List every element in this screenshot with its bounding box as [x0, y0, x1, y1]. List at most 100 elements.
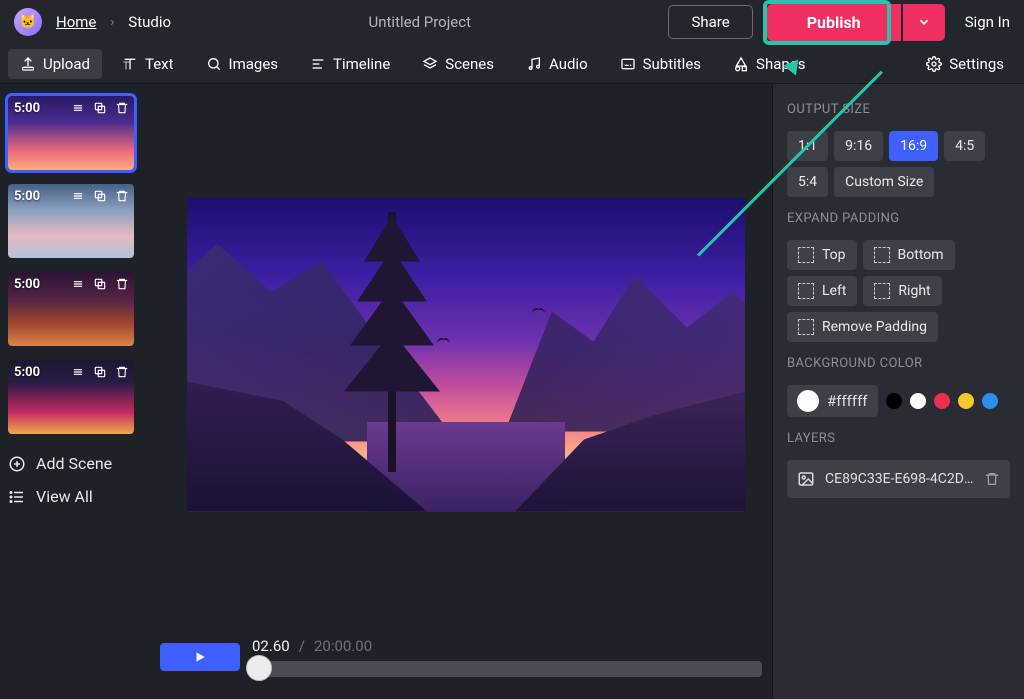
tool-settings[interactable]: Settings [914, 49, 1016, 79]
ratio-9-16[interactable]: 9:16 [834, 131, 883, 161]
section-bg-color: BACKGROUND COLOR [787, 356, 1010, 371]
pad-left-button[interactable]: Left [787, 276, 857, 306]
scene-thumbnail[interactable]: 5:00 [8, 272, 134, 346]
play-icon [193, 650, 207, 664]
tool-subtitles[interactable]: Subtitles [608, 49, 713, 79]
gear-icon [926, 56, 942, 72]
canvas-preview[interactable] [187, 198, 745, 512]
breadcrumb-studio: Studio [128, 13, 171, 31]
timeline-slider[interactable] [252, 661, 762, 677]
scene-thumbnail[interactable]: 5:00 [8, 360, 134, 434]
color-preset-red[interactable] [934, 393, 950, 409]
project-title[interactable]: Untitled Project [185, 13, 654, 31]
toolbar: Upload Text Images Timeline Scenes Audio… [0, 44, 1024, 84]
layer-item[interactable]: CE89C33E-E698-4C2D-... [787, 460, 1010, 498]
tool-text-label: Text [145, 55, 174, 73]
time-separator: / [299, 637, 305, 655]
tool-audio-label: Audio [549, 55, 588, 73]
properties-sidebar: OUTPUT SIZE 1:1 9:16 16:9 4:5 5:4 Custom… [772, 84, 1024, 699]
share-button[interactable]: Share [668, 5, 752, 39]
publish-button[interactable]: Publish [767, 4, 901, 41]
ratio-5-4[interactable]: 5:4 [787, 167, 828, 197]
scene-duration: 5:00 [14, 101, 40, 116]
trash-icon[interactable] [114, 188, 130, 204]
remove-padding-button[interactable]: Remove Padding [787, 312, 938, 342]
tool-images[interactable]: Images [194, 49, 291, 79]
scene-duration: 5:00 [14, 365, 40, 380]
tool-upload[interactable]: Upload [8, 49, 102, 79]
canvas-area: 02.60 / 20:00.00 [160, 84, 772, 699]
tool-timeline-label: Timeline [333, 55, 390, 73]
timeline: 02.60 / 20:00.00 [160, 625, 772, 699]
color-preset-yellow[interactable] [958, 393, 974, 409]
tool-settings-label: Settings [949, 55, 1004, 73]
add-scene-button[interactable]: Add Scene [8, 454, 152, 473]
drag-handle-icon[interactable] [70, 364, 86, 380]
publish-caret-button[interactable] [903, 4, 945, 41]
bg-color-value: #ffffff [827, 392, 868, 410]
layers-icon [422, 56, 438, 72]
time-total: 20:00.00 [314, 637, 372, 655]
delete-layer-button[interactable] [984, 471, 1000, 487]
remove-padding-icon [798, 319, 814, 335]
scene-thumbnail[interactable]: 5:00 [8, 184, 134, 258]
pad-right-button[interactable]: Right [863, 276, 941, 306]
custom-size-button[interactable]: Custom Size [834, 167, 934, 197]
ratio-1-1[interactable]: 1:1 [787, 131, 828, 161]
sign-in-link[interactable]: Sign In [965, 13, 1010, 31]
tool-subtitles-label: Subtitles [643, 55, 701, 73]
section-layers: LAYERS [787, 431, 1010, 446]
list-icon [8, 488, 26, 506]
time-current: 02.60 [252, 637, 290, 655]
scenes-panel: 5:00 5:00 5:00 [0, 84, 160, 699]
bg-color-input[interactable]: #ffffff [787, 385, 878, 417]
breadcrumb-separator: › [110, 15, 114, 30]
tool-scenes-label: Scenes [445, 55, 494, 73]
trash-icon[interactable] [114, 100, 130, 116]
shapes-icon [733, 56, 749, 72]
color-preset-blue[interactable] [982, 393, 998, 409]
publish-group: Publish [767, 4, 945, 41]
tool-images-label: Images [229, 55, 279, 73]
pad-left-icon [798, 283, 814, 299]
trash-icon [984, 471, 1000, 487]
breadcrumb-home[interactable]: Home [56, 13, 96, 31]
slider-thumb[interactable] [246, 655, 272, 681]
aspect-ratio-group: 1:1 9:16 16:9 4:5 5:4 Custom Size [787, 131, 1010, 197]
scene-thumbnail[interactable]: 5:00 [8, 96, 134, 170]
color-preset-white[interactable] [910, 393, 926, 409]
tool-upload-label: Upload [43, 55, 90, 73]
add-scene-label: Add Scene [36, 454, 112, 473]
scene-duration: 5:00 [14, 277, 40, 292]
copy-icon[interactable] [92, 276, 108, 292]
tool-audio[interactable]: Audio [514, 49, 600, 79]
ratio-16-9[interactable]: 16:9 [889, 131, 938, 161]
time-readout: 02.60 / 20:00.00 [252, 637, 762, 655]
text-icon [122, 56, 138, 72]
tool-timeline[interactable]: Timeline [298, 49, 402, 79]
padding-group: Top Bottom Left Right Remove Padding [787, 240, 1010, 342]
color-preset-black[interactable] [886, 393, 902, 409]
search-icon [206, 56, 222, 72]
tool-scenes[interactable]: Scenes [410, 49, 506, 79]
copy-icon[interactable] [92, 364, 108, 380]
ratio-4-5[interactable]: 4:5 [944, 131, 985, 161]
top-bar: 🐱 Home › Studio Untitled Project Share P… [0, 0, 1024, 44]
pad-top-button[interactable]: Top [787, 240, 857, 270]
play-button[interactable] [160, 643, 240, 671]
drag-handle-icon[interactable] [70, 100, 86, 116]
trash-icon[interactable] [114, 276, 130, 292]
trash-icon[interactable] [114, 364, 130, 380]
pad-bottom-button[interactable]: Bottom [863, 240, 955, 270]
section-output-size: OUTPUT SIZE [787, 102, 1010, 117]
view-all-button[interactable]: View All [8, 487, 152, 506]
copy-icon[interactable] [92, 100, 108, 116]
drag-handle-icon[interactable] [70, 276, 86, 292]
upload-icon [20, 56, 36, 72]
tool-text[interactable]: Text [110, 49, 186, 79]
main-area: 5:00 5:00 5:00 [0, 84, 1024, 699]
drag-handle-icon[interactable] [70, 188, 86, 204]
view-all-label: View All [36, 487, 93, 506]
copy-icon[interactable] [92, 188, 108, 204]
avatar[interactable]: 🐱 [14, 8, 42, 36]
